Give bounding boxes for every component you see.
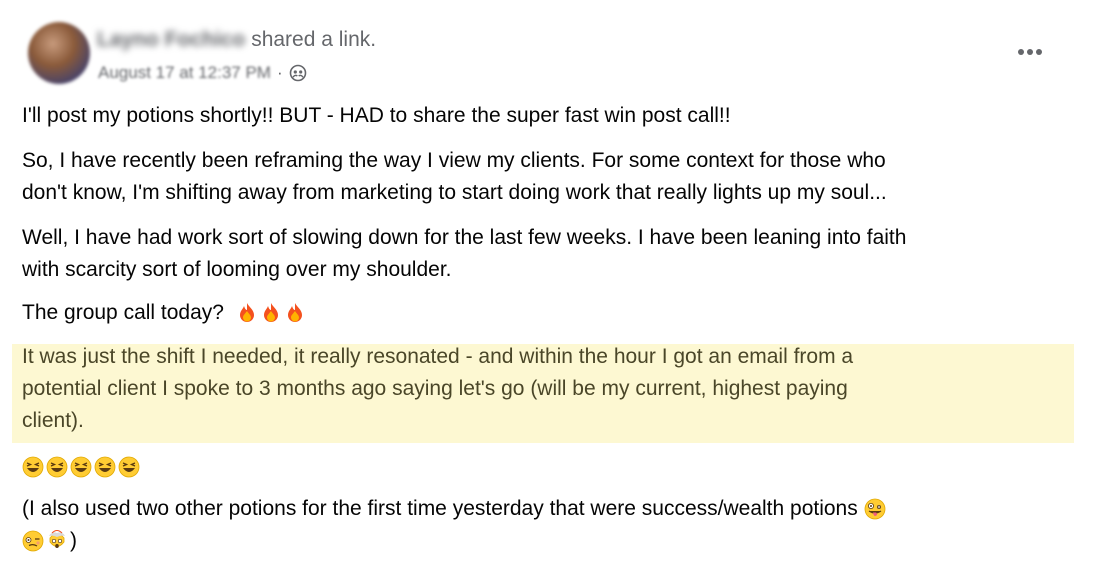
post-timestamp[interactable]: August 17 at 12:37 PM (98, 63, 271, 83)
group-icon[interactable] (289, 64, 307, 82)
highlight-line-2: potential client I spoke to 3 months ago… (22, 377, 848, 400)
fire-emoji (260, 302, 282, 324)
paragraph-6-line-1: (I also used two other potions for the f… (22, 497, 858, 520)
paragraph-4-text: The group call today? (22, 301, 224, 324)
laughing-emoji (46, 456, 68, 478)
author-name[interactable]: Layno Fochico (97, 28, 245, 52)
feed-post: Layno Fochico shared a link. August 17 a… (0, 0, 1098, 584)
post-action-text: shared a link. (251, 28, 377, 51)
laughing-emoji (118, 456, 140, 478)
post-meta: August 17 at 12:37 PM · (98, 60, 307, 86)
laughing-emoji (22, 456, 44, 478)
woozy-face-emoji (22, 530, 44, 552)
meta-separator: · (276, 63, 283, 82)
post-paragraph-6: (I also used two other potions for the f… (22, 493, 1072, 557)
author-avatar[interactable] (28, 22, 90, 84)
post-paragraph-2: So, I have recently been reframing the w… (22, 145, 1072, 209)
highlight-line-3: client). (22, 409, 84, 432)
paragraph-3-line-2: with scarcity sort of looming over my sh… (22, 258, 452, 281)
post-paragraph-4: The group call today? (22, 297, 1072, 329)
post-header: Layno Fochico shared a link. (97, 26, 376, 54)
fire-emoji (284, 302, 306, 324)
fire-emoji (236, 302, 258, 324)
exploding-head-emoji (46, 530, 68, 552)
paragraph-2-line-2: don't know, I'm shifting away from marke… (22, 181, 887, 204)
laughing-emoji (70, 456, 92, 478)
paragraph-6-line-2-suffix: ) (70, 529, 77, 552)
laughing-emoji-row (22, 451, 1072, 483)
post-paragraph-3: Well, I have had work sort of slowing do… (22, 222, 1072, 286)
highlight-line-1: It was just the shift I needed, it reall… (22, 345, 854, 368)
laughing-emoji (94, 456, 116, 478)
zany-face-emoji (864, 498, 886, 520)
highlighted-paragraph: It was just the shift I needed, it reall… (22, 341, 1072, 437)
post-paragraph-1: I'll post my potions shortly!! BUT - HAD… (22, 104, 731, 127)
paragraph-2-line-1: So, I have recently been reframing the w… (22, 149, 886, 172)
paragraph-3-line-1: Well, I have had work sort of slowing do… (22, 226, 907, 249)
more-options-icon[interactable] (1008, 32, 1052, 72)
